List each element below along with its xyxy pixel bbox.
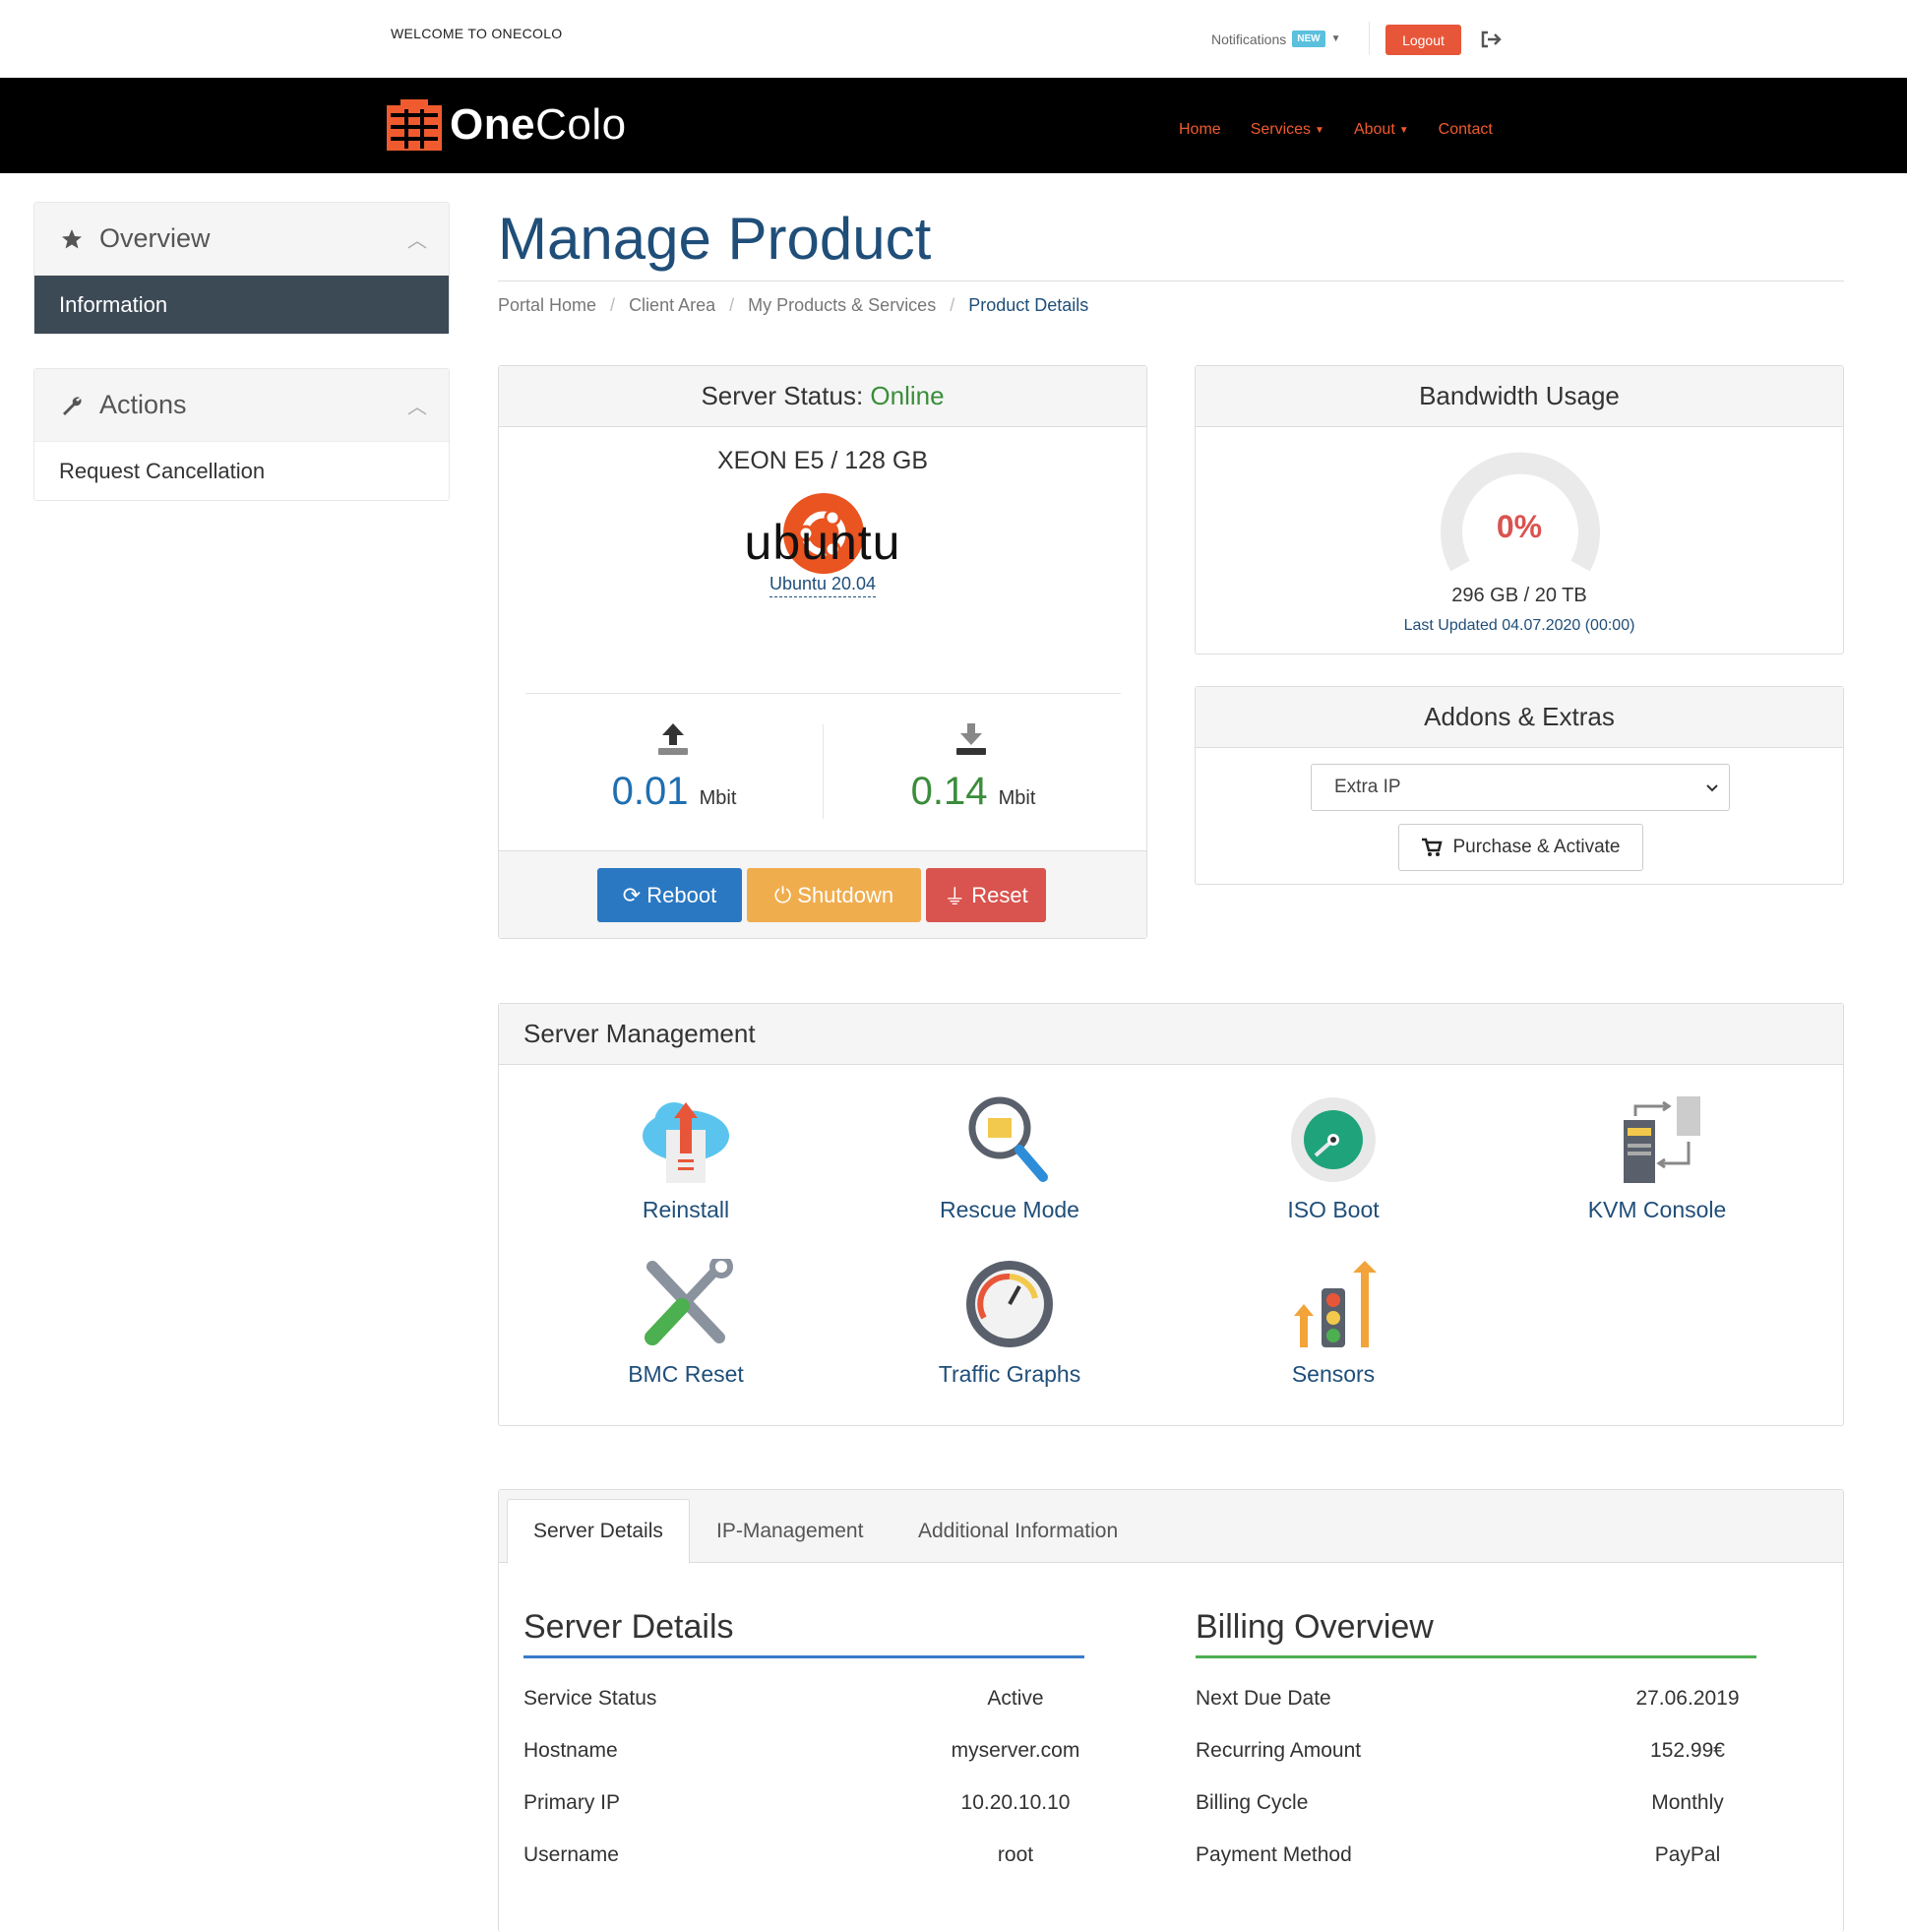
status-badge: Online bbox=[870, 381, 945, 410]
kvm-console-tool[interactable]: KVM Console bbox=[1559, 1094, 1755, 1223]
server-details-title: Server Details bbox=[523, 1608, 734, 1646]
billing-overview-title: Billing Overview bbox=[1196, 1608, 1434, 1646]
reinstall-tool[interactable]: Reinstall bbox=[587, 1094, 784, 1223]
reset-button[interactable]: ⏚ Reset bbox=[926, 868, 1046, 922]
tab-server-details[interactable]: Server Details bbox=[507, 1499, 690, 1564]
plug-icon: ⏚ bbox=[944, 884, 966, 909]
sidebar-item-information[interactable]: Information bbox=[34, 276, 449, 334]
bandwidth-updated: Last Updated 04.07.2020 (00:00) bbox=[1403, 617, 1635, 634]
onecolo-logo[interactable]: OneColo bbox=[387, 99, 627, 151]
caret-down-icon: ▼ bbox=[1330, 33, 1341, 44]
building-logo-icon bbox=[387, 99, 442, 151]
nav-contact[interactable]: Contact bbox=[1439, 121, 1493, 139]
traffic-light-icon bbox=[1294, 1261, 1377, 1347]
reboot-button[interactable]: ⟳ Reboot bbox=[597, 868, 742, 922]
iso-boot-tool[interactable]: ISO Boot bbox=[1235, 1094, 1432, 1223]
sidebar-actions-header[interactable]: Actions ︿ bbox=[34, 369, 449, 442]
wrench-icon bbox=[63, 396, 82, 415]
traffic-graphs-tool[interactable]: Traffic Graphs bbox=[911, 1259, 1108, 1388]
bandwidth-percent: 0% bbox=[1496, 509, 1543, 544]
chevron-down-icon bbox=[1706, 784, 1718, 792]
server-status-header: Server Status: Online bbox=[499, 366, 1146, 427]
server-management-panel: Server Management Reinstall Rescue Mode … bbox=[498, 1003, 1844, 1426]
sign-out-icon[interactable] bbox=[1477, 26, 1505, 53]
magnifier-icon bbox=[968, 1096, 1048, 1182]
cart-icon bbox=[1422, 838, 1444, 856]
page-title: Manage Product bbox=[498, 206, 932, 272]
chevron-up-icon[interactable]: ︿ bbox=[407, 224, 427, 253]
ubuntu-wordmark: ubuntu bbox=[744, 515, 901, 570]
details-tabs: Server Details IP-Management Additional … bbox=[499, 1490, 1843, 1564]
bandwidth-gauge bbox=[1441, 452, 1600, 572]
tab-additional-information[interactable]: Additional Information bbox=[892, 1499, 1143, 1564]
cloud-upload-icon bbox=[643, 1102, 729, 1183]
disc-icon bbox=[1291, 1097, 1376, 1182]
star-icon bbox=[62, 228, 82, 248]
addons-header: Addons & Extras bbox=[1196, 687, 1843, 748]
breadcrumb: Portal Home / Client Area / My Products … bbox=[498, 295, 1089, 316]
breadcrumb-client-area[interactable]: Client Area bbox=[629, 295, 715, 316]
upload-traffic: 0.01 Mbit bbox=[611, 770, 737, 813]
sidebar-actions-title: Actions bbox=[99, 390, 187, 419]
server-status-panel: Server Status: Online XEON E5 / 128 GB u… bbox=[498, 365, 1147, 939]
top-bar: WELCOME TO ONECOLO Notifications NEW ▼ L… bbox=[0, 0, 1907, 78]
tools-icon bbox=[645, 1259, 733, 1345]
breadcrumb-portal-home[interactable]: Portal Home bbox=[498, 295, 596, 316]
sensors-tool[interactable]: Sensors bbox=[1235, 1259, 1432, 1388]
breadcrumb-products[interactable]: My Products & Services bbox=[748, 295, 936, 316]
shutdown-button[interactable]: ⏻ Shutdown bbox=[747, 868, 921, 922]
caret-down-icon: ▼ bbox=[1398, 124, 1409, 136]
brand-name: OneColo bbox=[450, 100, 627, 149]
rescue-mode-tool[interactable]: Rescue Mode bbox=[911, 1094, 1108, 1223]
os-link[interactable]: Ubuntu 20.04 bbox=[499, 574, 1146, 597]
server-management-header: Server Management bbox=[499, 1004, 1843, 1065]
chevron-up-icon[interactable]: ︿ bbox=[407, 391, 427, 419]
main-navbar: OneColo Home Services ▼ About ▼ Contact bbox=[0, 78, 1907, 173]
refresh-icon: ⟳ bbox=[622, 882, 642, 907]
sidebar-actions-panel: Actions ︿ Request Cancellation bbox=[33, 368, 450, 501]
welcome-text: WELCOME TO ONECOLO bbox=[391, 26, 563, 41]
power-actions: ⟳ Reboot ⏻ Shutdown ⏚ Reset bbox=[499, 850, 1146, 938]
sidebar-item-request-cancellation[interactable]: Request Cancellation bbox=[34, 442, 449, 500]
speedometer-icon bbox=[966, 1261, 1053, 1347]
power-icon: ⏻ bbox=[773, 882, 792, 907]
addon-select[interactable]: Extra IP bbox=[1311, 764, 1730, 811]
bandwidth-panel: Bandwidth Usage 0% 296 GB / 20 TB Last U… bbox=[1195, 365, 1844, 654]
sidebar-overview-panel: Overview ︿ Information bbox=[33, 202, 450, 335]
sidebar-overview-header[interactable]: Overview ︿ bbox=[34, 203, 449, 276]
divider bbox=[1369, 22, 1370, 55]
logout-button[interactable]: Logout bbox=[1385, 25, 1461, 55]
notifications-dropdown[interactable]: Notifications NEW ▼ bbox=[1211, 31, 1341, 47]
upload-icon bbox=[658, 723, 688, 755]
bandwidth-header: Bandwidth Usage bbox=[1196, 366, 1843, 427]
caret-down-icon: ▼ bbox=[1315, 124, 1324, 136]
new-badge: NEW bbox=[1292, 31, 1325, 47]
sidebar-overview-title: Overview bbox=[99, 223, 211, 253]
nav-services[interactable]: Services ▼ bbox=[1251, 121, 1324, 139]
tab-ip-management[interactable]: IP-Management bbox=[691, 1499, 889, 1564]
server-model: XEON E5 / 128 GB bbox=[717, 447, 928, 474]
purchase-activate-button[interactable]: Purchase & Activate bbox=[1398, 824, 1643, 871]
bandwidth-usage: 296 GB / 20 TB bbox=[1451, 585, 1587, 606]
download-icon bbox=[956, 723, 986, 755]
details-panel: Server Details IP-Management Additional … bbox=[498, 1489, 1844, 1932]
title-divider bbox=[498, 280, 1844, 281]
breadcrumb-product-details: Product Details bbox=[968, 295, 1089, 315]
bmc-reset-tool[interactable]: BMC Reset bbox=[587, 1259, 784, 1388]
notifications-label: Notifications bbox=[1211, 31, 1287, 47]
nav-about[interactable]: About ▼ bbox=[1354, 121, 1409, 139]
nav-menu: Home Services ▼ About ▼ Contact bbox=[1179, 121, 1493, 139]
download-traffic: 0.14 Mbit bbox=[910, 770, 1036, 813]
addons-panel: Addons & Extras Extra IP Purchase & Acti… bbox=[1195, 686, 1844, 885]
kvm-console-icon bbox=[1624, 1096, 1700, 1183]
nav-home[interactable]: Home bbox=[1179, 121, 1221, 139]
